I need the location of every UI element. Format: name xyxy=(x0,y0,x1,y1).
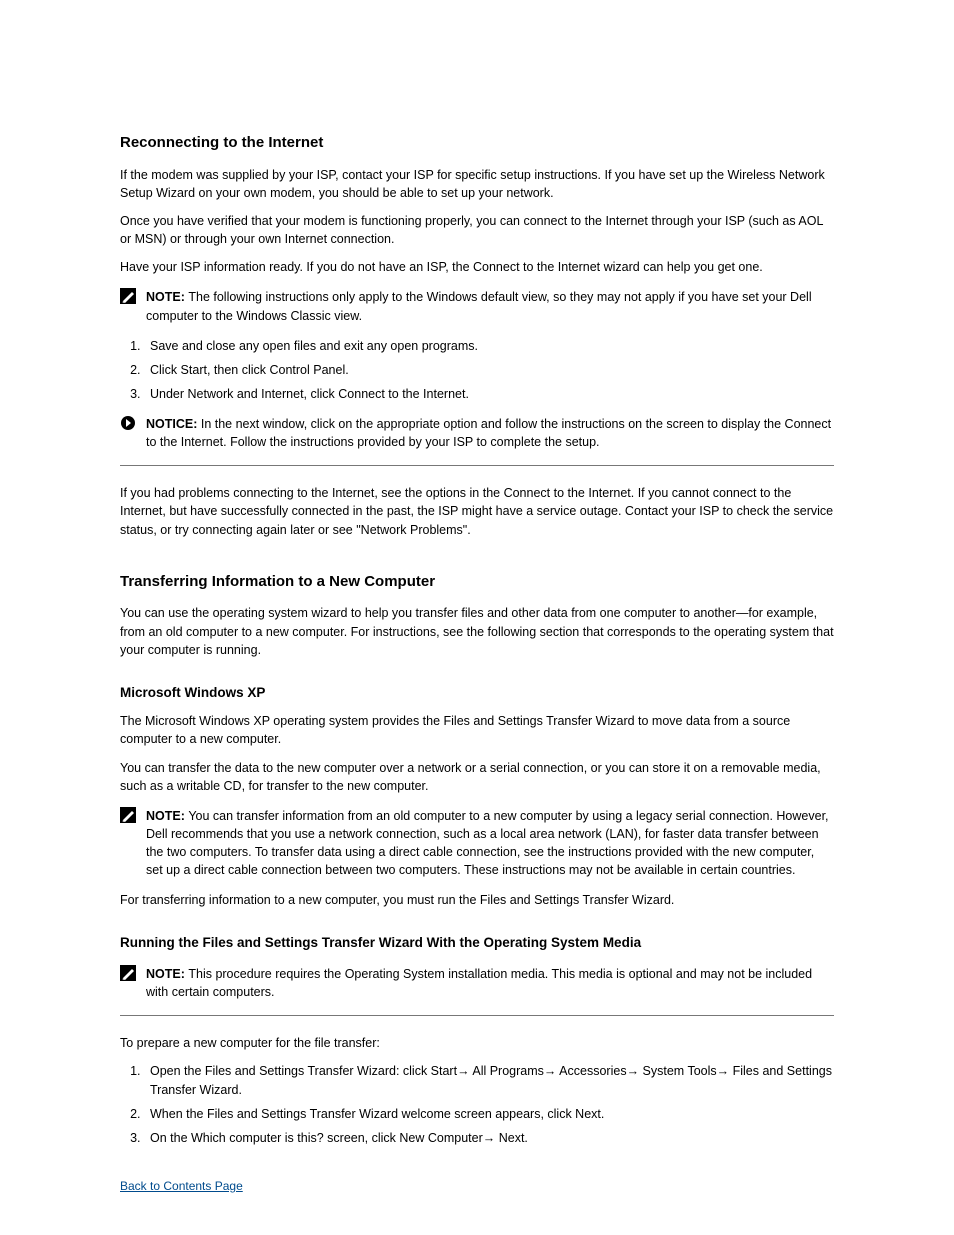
note-label: NOTE: xyxy=(146,967,188,981)
note-callout: NOTE: You can transfer information from … xyxy=(120,807,834,880)
note-body: The following instructions only apply to… xyxy=(146,290,812,322)
paragraph: To prepare a new computer for the file t… xyxy=(120,1034,834,1052)
step-item: Under Network and Internet, click Connec… xyxy=(144,385,834,403)
note-text: NOTE: The following instructions only ap… xyxy=(146,288,834,324)
heading-windows-xp: Microsoft Windows XP xyxy=(120,683,834,703)
paragraph: If you had problems connecting to the In… xyxy=(120,484,834,538)
paragraph: For transferring information to a new co… xyxy=(120,891,834,909)
heading-reconnecting: Reconnecting to the Internet xyxy=(120,132,834,154)
document-page: Reconnecting to the Internet If the mode… xyxy=(0,0,954,1235)
note-callout: NOTE: This procedure requires the Operat… xyxy=(120,965,834,1001)
divider xyxy=(120,1015,834,1016)
steps-list: Open the Files and Settings Transfer Wiz… xyxy=(120,1062,834,1147)
note-icon xyxy=(120,965,140,981)
paragraph: You can use the operating system wizard … xyxy=(120,604,834,658)
notice-label: NOTICE: xyxy=(146,417,201,431)
note-icon xyxy=(120,288,140,304)
paragraph: If the modem was supplied by your ISP, c… xyxy=(120,166,834,202)
step-item: Click Start, then click Control Panel. xyxy=(144,361,834,379)
heading-running-wizard: Running the Files and Settings Transfer … xyxy=(120,933,834,953)
steps-list: Save and close any open files and exit a… xyxy=(120,337,834,403)
step-item: When the Files and Settings Transfer Wiz… xyxy=(144,1105,834,1123)
note-callout: NOTE: The following instructions only ap… xyxy=(120,288,834,324)
note-text: NOTE: This procedure requires the Operat… xyxy=(146,965,834,1001)
step-item: Save and close any open files and exit a… xyxy=(144,337,834,355)
step-item: Open the Files and Settings Transfer Wiz… xyxy=(144,1062,834,1098)
note-text: NOTE: You can transfer information from … xyxy=(146,807,834,880)
note-icon xyxy=(120,807,140,823)
heading-transfer: Transferring Information to a New Comput… xyxy=(120,571,834,593)
back-to-contents-link[interactable]: Back to Contents Page xyxy=(120,1179,243,1193)
notice-body: In the next window, click on the appropr… xyxy=(146,417,831,449)
note-label: NOTE: xyxy=(146,809,188,823)
paragraph: You can transfer the data to the new com… xyxy=(120,759,834,795)
paragraph: Have your ISP information ready. If you … xyxy=(120,258,834,276)
step-item: On the Which computer is this? screen, c… xyxy=(144,1129,834,1147)
paragraph: The Microsoft Windows XP operating syste… xyxy=(120,712,834,748)
note-body: You can transfer information from an old… xyxy=(146,809,829,877)
note-body: This procedure requires the Operating Sy… xyxy=(146,967,812,999)
note-label: NOTE: xyxy=(146,290,188,304)
notice-icon xyxy=(120,415,140,431)
notice-text: NOTICE: In the next window, click on the… xyxy=(146,415,834,451)
notice-callout: NOTICE: In the next window, click on the… xyxy=(120,415,834,451)
paragraph: Once you have verified that your modem i… xyxy=(120,212,834,248)
divider xyxy=(120,465,834,466)
